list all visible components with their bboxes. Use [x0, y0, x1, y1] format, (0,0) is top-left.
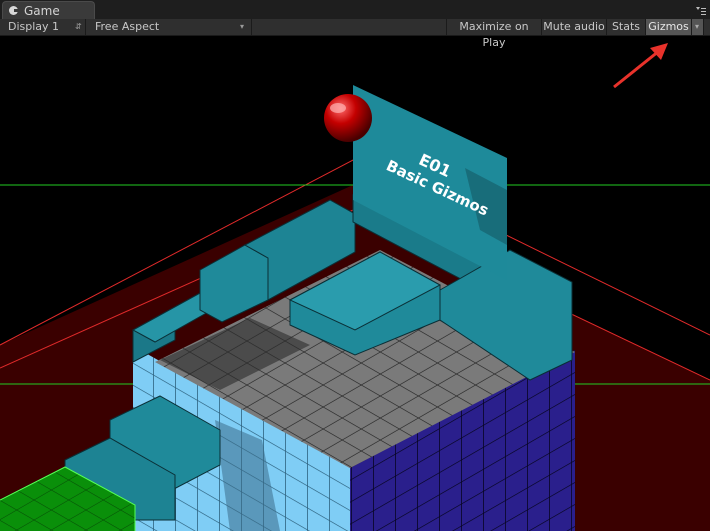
- tab-bar: Game: [0, 0, 710, 19]
- tab-game-label: Game: [24, 4, 60, 18]
- gizmos-dropdown[interactable]: ▾: [692, 19, 704, 35]
- display-select[interactable]: Display 1 ⇵: [0, 19, 86, 35]
- game-viewport[interactable]: E01 Basic Gizmos: [0, 36, 710, 531]
- aspect-select[interactable]: Free Aspect ▾: [86, 19, 252, 35]
- tab-menu-icon[interactable]: [695, 6, 706, 16]
- mute-audio-button[interactable]: Mute audio: [542, 19, 607, 35]
- red-ball: [324, 94, 372, 142]
- game-toolbar: Display 1 ⇵ Free Aspect ▾ Maximize on Pl…: [0, 19, 710, 49]
- gizmos-dropdown-arrow-icon: ▾: [695, 22, 700, 31]
- display-select-label: Display 1: [8, 20, 60, 33]
- aspect-select-arrow-icon: ▾: [240, 22, 245, 31]
- display-select-arrow-icon: ⇵: [75, 22, 82, 31]
- game-window: Game Display 1 ⇵ Free Aspect ▾ Maximize …: [0, 0, 710, 531]
- scene-render: [0, 43, 710, 531]
- aspect-select-label: Free Aspect: [95, 20, 160, 33]
- gizmos-button[interactable]: Gizmos: [646, 19, 692, 35]
- stats-button[interactable]: Stats: [607, 19, 646, 35]
- game-controller-icon: [9, 6, 19, 15]
- ball-highlight: [330, 103, 346, 113]
- tab-game[interactable]: Game: [2, 1, 95, 19]
- maximize-on-play-button[interactable]: Maximize on Play: [446, 19, 542, 49]
